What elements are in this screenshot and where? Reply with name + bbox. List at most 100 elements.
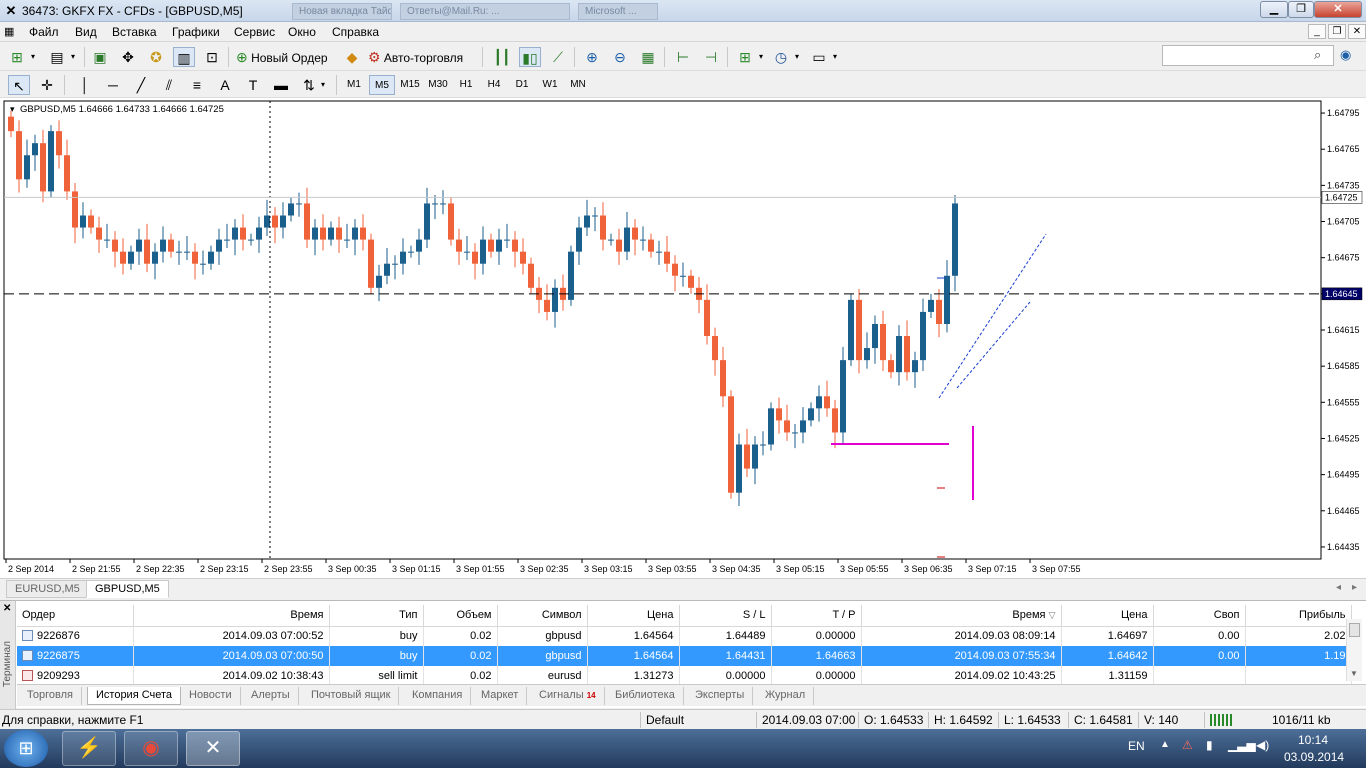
dropdown-arrow-icon[interactable]: ▾ bbox=[792, 47, 802, 67]
data-window-icon[interactable]: ✥ bbox=[117, 47, 139, 67]
profiles-icon[interactable]: ▤ bbox=[46, 47, 68, 67]
tab-market[interactable]: Маркет bbox=[473, 687, 528, 705]
chart-tab-gbpusd[interactable]: GBPUSD,M5 bbox=[86, 580, 169, 598]
dropdown-arrow-icon[interactable]: ▾ bbox=[318, 75, 328, 95]
column-header[interactable]: Своп bbox=[1153, 605, 1246, 627]
mdi-minimize-button[interactable]: _ bbox=[1308, 24, 1326, 39]
timeframe-mn[interactable]: MN bbox=[565, 75, 591, 95]
chevron-right-icon[interactable]: ▸ bbox=[1352, 582, 1357, 593]
candlesticks-icon[interactable]: ▮▯ bbox=[519, 47, 541, 67]
timeframe-d1[interactable]: D1 bbox=[509, 75, 535, 95]
column-header[interactable]: T / P bbox=[771, 605, 862, 627]
dropdown-arrow-icon[interactable]: ▾ bbox=[68, 47, 78, 67]
scrollbar-thumb[interactable] bbox=[1349, 623, 1360, 637]
strategy-tester-icon[interactable]: ⊡ bbox=[201, 47, 223, 67]
vertical-line-icon[interactable]: │ bbox=[74, 75, 96, 95]
timeframe-w1[interactable]: W1 bbox=[537, 75, 563, 95]
tab-company[interactable]: Компания bbox=[404, 687, 472, 705]
auto-trading-button[interactable]: ⚙ Авто-торговля bbox=[368, 47, 476, 67]
tab-alerts[interactable]: Алерты bbox=[243, 687, 299, 705]
language-indicator[interactable]: EN bbox=[1128, 739, 1145, 753]
column-header[interactable]: Объем bbox=[423, 605, 498, 627]
table-row-selected[interactable]: 9226875 2014.09.03 07:00:50 buy 0.02 gbp… bbox=[17, 646, 1352, 666]
indicators-icon[interactable]: ⊞ bbox=[734, 47, 756, 67]
vertical-scrollbar[interactable]: ▼ bbox=[1346, 619, 1362, 681]
column-header[interactable]: Прибыль bbox=[1245, 605, 1352, 627]
new-order-button[interactable]: ⊕ Новый Ордер bbox=[236, 47, 336, 67]
tab-trade[interactable]: Торговля bbox=[19, 687, 82, 705]
tab-mailbox[interactable]: Почтовый ящик bbox=[303, 687, 400, 705]
menu-insert[interactable]: Вставка bbox=[112, 25, 157, 39]
column-header[interactable]: Время ▽ bbox=[861, 605, 1062, 627]
column-header[interactable]: Тип bbox=[329, 605, 424, 627]
volume-icon[interactable]: ◀) bbox=[1256, 738, 1269, 752]
chart-window[interactable]: 1.64795 1.64765 1.64735 1.64705 1.64675 1.646… bbox=[0, 98, 1366, 578]
table-row[interactable]: 9209293 2014.09.02 10:38:43 sell limit 0… bbox=[17, 666, 1352, 686]
dropdown-arrow-icon[interactable]: ▾ bbox=[28, 47, 38, 67]
minimize-button[interactable]: ▁ bbox=[1260, 1, 1288, 18]
zoom-in-icon[interactable]: ⊕ bbox=[581, 47, 603, 67]
terminal-close-icon[interactable]: ✕ bbox=[3, 603, 11, 614]
start-button-icon[interactable]: ⊞ bbox=[4, 730, 48, 767]
show-hidden-icons-icon[interactable]: ▲ bbox=[1160, 739, 1170, 750]
timeframe-h4[interactable]: H4 bbox=[481, 75, 507, 95]
search-input[interactable] bbox=[1162, 45, 1334, 66]
column-header[interactable]: Символ bbox=[497, 605, 588, 627]
menu-help[interactable]: Справка bbox=[332, 25, 379, 39]
tab-news[interactable]: Новости bbox=[181, 687, 241, 705]
terminal-icon[interactable]: ▥ bbox=[173, 47, 195, 67]
tab-journal[interactable]: Журнал bbox=[757, 687, 815, 705]
column-header[interactable]: Время bbox=[133, 605, 330, 627]
periods-icon[interactable]: ◷ bbox=[770, 47, 792, 67]
column-header[interactable]: Цена bbox=[1061, 605, 1154, 627]
scroll-down-icon[interactable]: ▼ bbox=[1350, 669, 1358, 678]
new-chart-icon[interactable]: ⊞ bbox=[6, 47, 28, 67]
timeframe-m15[interactable]: M15 bbox=[397, 75, 423, 95]
market-watch-icon[interactable]: ▣ bbox=[89, 47, 111, 67]
text-label-icon[interactable]: T bbox=[242, 75, 264, 95]
rectangle-icon[interactable]: ▬ bbox=[270, 75, 292, 95]
battery-icon[interactable]: ▮ bbox=[1206, 738, 1213, 752]
timeframe-m1[interactable]: M1 bbox=[341, 75, 367, 95]
templates-icon[interactable]: ▭ bbox=[808, 47, 830, 67]
tray-clock-time[interactable]: 10:14 bbox=[1298, 733, 1328, 747]
dropdown-arrow-icon[interactable]: ▾ bbox=[756, 47, 766, 67]
tab-library[interactable]: Библиотека bbox=[607, 687, 684, 705]
text-icon[interactable]: A bbox=[214, 75, 236, 95]
menu-window[interactable]: Окно bbox=[288, 25, 316, 39]
chart-window-icon[interactable]: ▦ bbox=[4, 25, 18, 39]
menu-tools[interactable]: Сервис bbox=[234, 25, 275, 39]
tab-experts[interactable]: Эксперты bbox=[687, 687, 754, 705]
network-warning-icon[interactable]: ⚠ bbox=[1182, 738, 1193, 752]
horizontal-line-icon[interactable]: ─ bbox=[102, 75, 124, 95]
taskbar-app-icon[interactable]: ⚡ bbox=[62, 731, 116, 766]
column-header[interactable]: Цена bbox=[587, 605, 680, 627]
tray-clock-date[interactable]: 03.09.2014 bbox=[1284, 750, 1344, 764]
tab-account-history[interactable]: История Счета bbox=[87, 687, 182, 705]
crosshair-icon[interactable]: ✛ bbox=[36, 75, 58, 95]
metatrader-taskbar-icon[interactable]: ✕ bbox=[186, 731, 240, 766]
menu-view[interactable]: Вид bbox=[75, 25, 97, 39]
timeframe-m5[interactable]: M5 bbox=[369, 75, 395, 95]
channel-icon[interactable]: ⫽ bbox=[158, 75, 180, 95]
cursor-icon[interactable]: ↖ bbox=[8, 75, 30, 95]
mdi-restore-button[interactable]: ❐ bbox=[1328, 24, 1346, 39]
candlestick-chart[interactable]: 1.64795 1.64765 1.64735 1.64705 1.64675 1.646… bbox=[0, 98, 1366, 578]
chart-shift-icon[interactable]: ⊢ bbox=[672, 47, 694, 67]
menu-file[interactable]: Файл bbox=[29, 25, 59, 39]
line-chart-icon[interactable]: ⟋ bbox=[547, 47, 569, 67]
navigator-icon[interactable]: ✪ bbox=[145, 47, 167, 67]
chart-tab-eurusd[interactable]: EURUSD,M5 bbox=[6, 580, 89, 598]
connection-status-icon[interactable] bbox=[1210, 714, 1234, 726]
community-icon[interactable]: ◉ bbox=[1340, 47, 1351, 63]
signal-strength-icon[interactable]: ▁▃▅ bbox=[1228, 738, 1256, 752]
chrome-icon[interactable]: ◉ bbox=[124, 731, 178, 766]
tile-windows-icon[interactable]: ▦ bbox=[637, 47, 659, 67]
column-header[interactable]: S / L bbox=[679, 605, 772, 627]
zoom-out-icon[interactable]: ⊖ bbox=[609, 47, 631, 67]
column-header[interactable]: Ордер bbox=[17, 605, 134, 627]
table-row[interactable]: 9226876 2014.09.03 07:00:52 buy 0.02 gbp… bbox=[17, 626, 1352, 646]
meta-editor-icon[interactable]: ◆ bbox=[342, 47, 362, 67]
tab-signals[interactable]: Сигналы 14 bbox=[531, 687, 605, 705]
close-button[interactable]: ✕ bbox=[1314, 1, 1362, 18]
